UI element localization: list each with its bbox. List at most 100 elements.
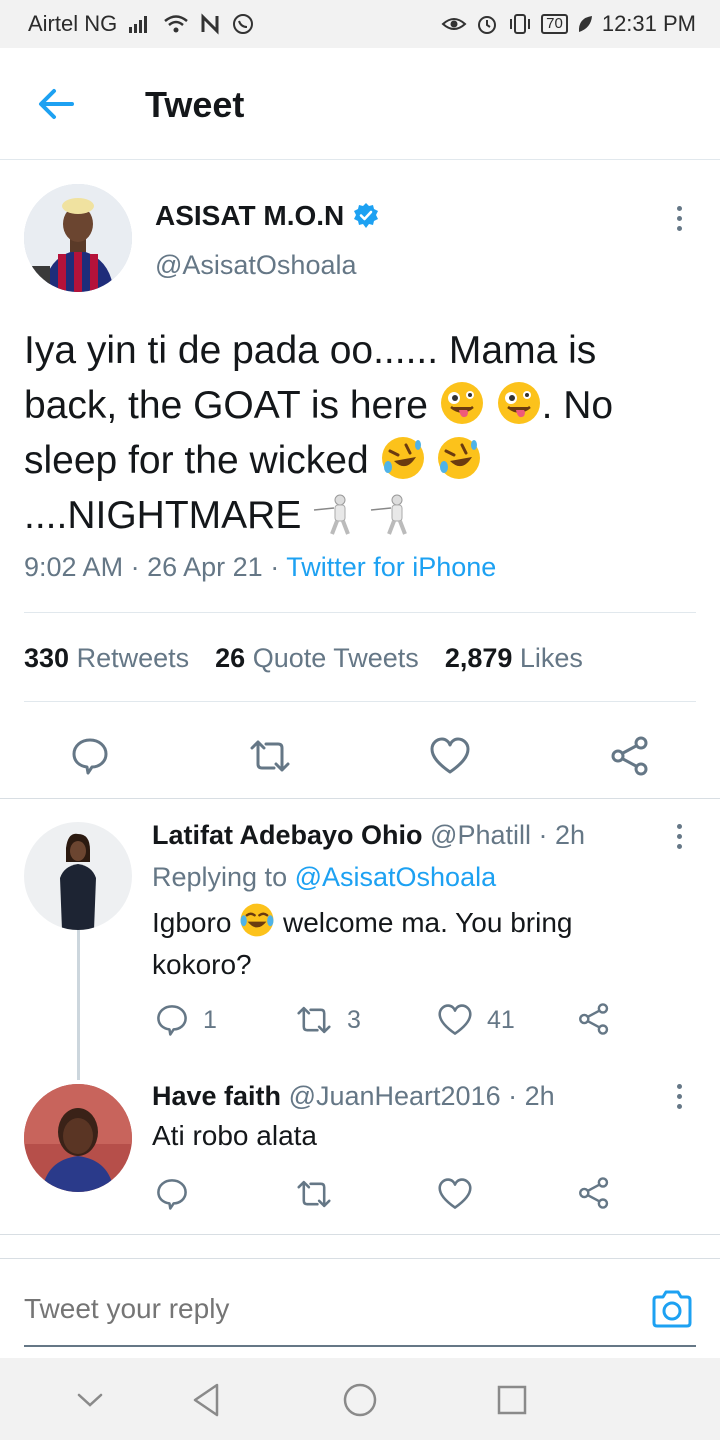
reply-icon [72, 738, 108, 775]
reply-share-button[interactable] [577, 1176, 611, 1210]
triangle-back-icon [193, 1383, 219, 1417]
tweet-meta: 9:02 AM · 26 Apr 21 · Twitter for iPhone [24, 552, 497, 582]
section-divider [0, 1234, 720, 1235]
avatar[interactable] [24, 822, 132, 930]
tweet-date: 26 Apr 21 [147, 552, 263, 582]
retweet-icon [297, 1180, 331, 1208]
fencer-emoji-icon [314, 494, 351, 535]
nav-home-button[interactable] [338, 1378, 382, 1422]
reply-reply-button[interactable] [155, 1177, 189, 1211]
reply-retweet-button[interactable] [295, 1177, 333, 1211]
heart-icon [430, 737, 470, 774]
clock: 12:31 PM [601, 11, 696, 36]
like-button[interactable] [426, 732, 474, 780]
divider [24, 701, 696, 702]
nfc-icon [199, 12, 221, 36]
reply-author-handle[interactable]: @JuanHeart2016 [289, 1081, 501, 1111]
author-handle[interactable]: @AsisatOshoala [155, 250, 357, 281]
reply-input[interactable] [24, 1293, 624, 1325]
tweet-text-part3: ....NIGHTMARE [24, 494, 302, 537]
reply-button[interactable] [66, 732, 114, 780]
section-divider [0, 798, 720, 799]
retweets-stat[interactable]: 330 Retweets [24, 643, 189, 674]
reply-retweet-button[interactable]: 3 [295, 1003, 361, 1037]
retweet-button[interactable] [246, 732, 294, 780]
signal-icon [127, 12, 153, 36]
leaf-icon [576, 12, 594, 36]
tweet-source-link[interactable]: Twitter for iPhone [286, 552, 496, 582]
nav-collapse-button[interactable] [68, 1378, 112, 1422]
likes-stat[interactable]: 2,879 Likes [445, 643, 583, 674]
circle-home-icon [343, 1383, 377, 1417]
heart-icon [438, 1178, 472, 1209]
avatar[interactable] [24, 184, 132, 292]
reply-text: Igboro welcome ma. You bring kokoro? [152, 902, 652, 986]
input-underline [24, 1345, 696, 1347]
reply-like-button[interactable] [437, 1177, 473, 1211]
status-bar: Airtel NG 70 12:31 PM [0, 0, 720, 48]
reply-age: 2h [524, 1081, 555, 1111]
nav-recents-button[interactable] [490, 1378, 534, 1422]
share-icon [611, 736, 648, 776]
eye-icon [441, 12, 467, 36]
tweet-stats: 330 Retweets 26 Quote Tweets 2,879 Likes [24, 643, 583, 674]
tweet-actions [0, 720, 720, 796]
like-count: 41 [487, 1005, 515, 1034]
author-name[interactable]: ASISAT M.O.N [155, 200, 380, 232]
camera-icon [652, 1290, 692, 1328]
reply-author-name[interactable]: Have faith [152, 1081, 281, 1111]
rolling-laughing-emoji-icon [381, 437, 424, 479]
quote-tweets-stat[interactable]: 26 Quote Tweets [215, 643, 419, 674]
reply-reply-button[interactable]: 1 [155, 1003, 217, 1037]
reply-age: 2h [555, 820, 586, 850]
more-options-icon[interactable] [667, 818, 691, 854]
arrow-left-icon [39, 89, 74, 119]
winking-tongue-emoji-icon [497, 382, 540, 424]
vibrate-icon [507, 12, 533, 36]
reply-text: Ati robo alata [152, 1120, 317, 1151]
verified-badge-icon [354, 203, 379, 228]
reply-author-handle[interactable]: @Phatill [430, 820, 531, 850]
reply-author-name[interactable]: Latifat Adebayo Ohio [152, 820, 423, 850]
reply-like-button[interactable]: 41 [437, 1003, 515, 1037]
reply-count: 1 [203, 1005, 217, 1034]
camera-button[interactable] [648, 1287, 696, 1331]
tweet-text: Iya yin ti de pada oo...... Mama is back… [24, 323, 664, 543]
divider [24, 612, 696, 613]
tears-of-joy-emoji-icon [240, 903, 274, 937]
reply-header: Have faith @JuanHeart2016 · 2h [152, 1081, 555, 1111]
chevron-down-icon [77, 1393, 103, 1407]
thread-line [77, 930, 80, 1080]
back-button[interactable] [30, 82, 82, 126]
heart-icon [438, 1004, 472, 1035]
nav-back-button[interactable] [184, 1378, 228, 1422]
wifi-icon [163, 12, 189, 36]
rolling-laughing-emoji-icon [438, 437, 481, 479]
reply-share-button[interactable] [577, 1002, 611, 1036]
more-options-icon[interactable] [667, 200, 691, 236]
app-header: Tweet [0, 48, 720, 160]
fencer-emoji-icon [370, 494, 407, 535]
whatsapp-icon [231, 12, 255, 36]
reply-header: Latifat Adebayo Ohio @Phatill · 2h [152, 820, 586, 850]
tweet-time: 9:02 AM [24, 552, 124, 582]
battery-indicator: 70 [541, 14, 568, 34]
reply-composer [0, 1258, 720, 1358]
more-options-icon[interactable] [667, 1078, 691, 1114]
carrier-label: Airtel NG [28, 11, 118, 36]
reply-icon [157, 1179, 187, 1210]
retweet-icon [297, 1006, 331, 1034]
avatar[interactable] [24, 1084, 132, 1192]
share-button[interactable] [606, 732, 654, 780]
replying-to: Replying to @AsisatOshoala [152, 862, 497, 892]
share-icon [579, 1177, 609, 1209]
replying-to-handle[interactable]: @AsisatOshoala [295, 862, 497, 892]
winking-tongue-emoji-icon [440, 382, 483, 424]
reply-icon [157, 1005, 187, 1036]
share-icon [579, 1003, 609, 1035]
page-title: Tweet [145, 84, 245, 125]
author-name-text: ASISAT M.O.N [155, 200, 345, 231]
retweet-count: 3 [347, 1005, 361, 1034]
retweet-icon [250, 740, 290, 772]
system-nav-bar [0, 1358, 720, 1440]
